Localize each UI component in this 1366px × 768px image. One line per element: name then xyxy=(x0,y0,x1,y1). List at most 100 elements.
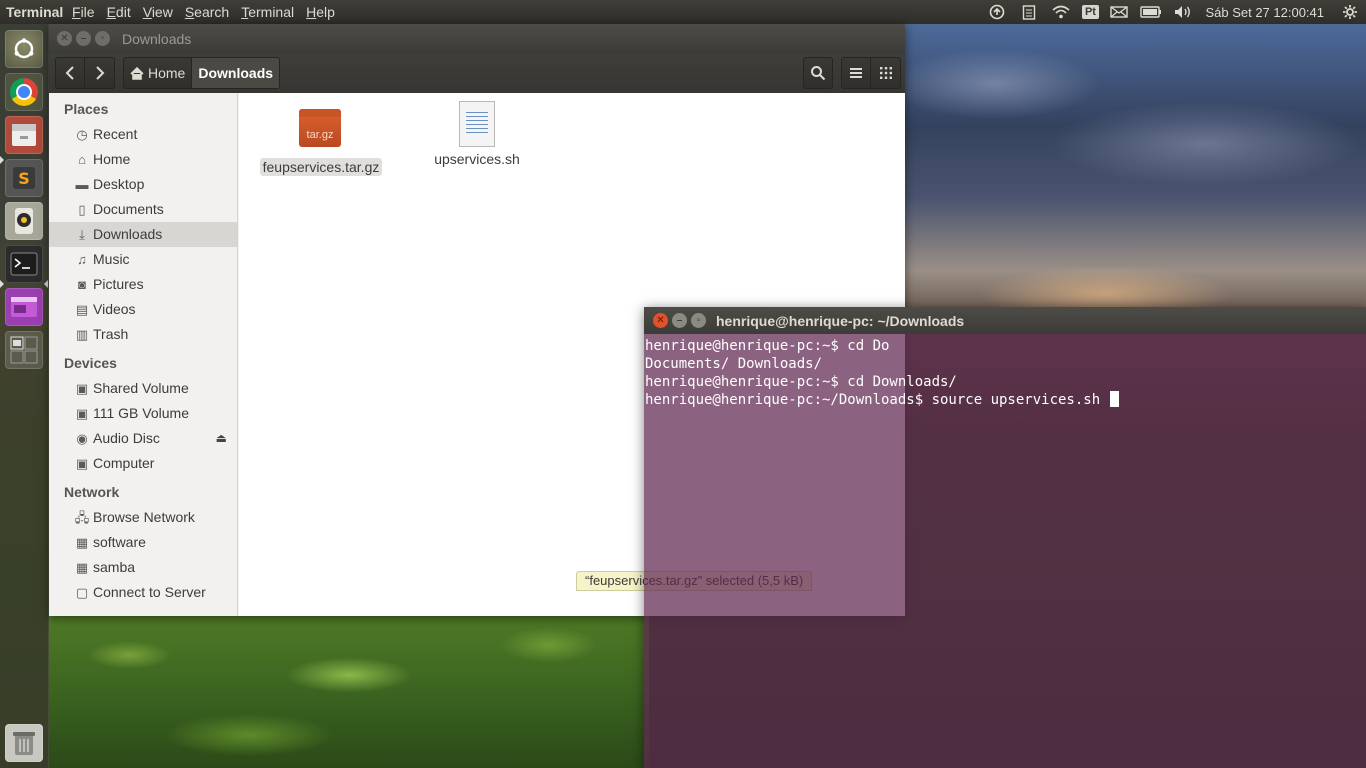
archive-icon-label: tar.gz xyxy=(306,129,334,141)
text-cursor xyxy=(1109,391,1119,407)
film-icon: ▤ xyxy=(75,302,89,317)
dash-home-icon[interactable] xyxy=(5,30,43,68)
file-manager-titlebar[interactable]: ✕ – ▫ Downloads xyxy=(49,24,905,53)
sidebar-item-pictures[interactable]: ◙ Pictures xyxy=(49,272,237,297)
file-manager-toolbar: Home Downloads xyxy=(49,53,905,93)
terminal-line: henrique@henrique-pc:~$ cd Do xyxy=(645,338,890,354)
close-button[interactable]: ✕ xyxy=(57,31,72,46)
camera-icon: ◙ xyxy=(78,277,86,292)
wallpaper-sky xyxy=(905,24,1366,314)
wifi-icon[interactable] xyxy=(1045,0,1077,24)
menu-help[interactable]: Help xyxy=(300,4,341,20)
sidebar-item-111gb-volume[interactable]: ▣ 111 GB Volume xyxy=(49,401,237,426)
volume-icon[interactable] xyxy=(1167,0,1199,24)
terminal-window: ✕ – ▫ henrique@henrique-pc: ~/Downloads … xyxy=(644,307,1366,768)
mail-icon[interactable] xyxy=(1103,0,1135,24)
breadcrumb-home[interactable]: Home xyxy=(123,57,193,89)
disc-icon: ◉ xyxy=(76,431,88,446)
list-icon xyxy=(850,68,862,78)
back-button[interactable] xyxy=(55,57,85,89)
file-name: upservices.sh xyxy=(434,151,520,167)
script-file-icon xyxy=(455,101,499,147)
breadcrumb: Home Downloads xyxy=(123,57,281,89)
terminal-line: Documents/ Downloads/ xyxy=(645,356,823,372)
indicator-area: Pt Sáb Set 27 12:00:41 xyxy=(981,0,1366,24)
breadcrumb-downloads[interactable]: Downloads xyxy=(192,57,281,89)
battery-icon[interactable] xyxy=(1135,0,1167,24)
sidebar-item-samba[interactable]: ▦ samba xyxy=(49,555,237,580)
sidebar-item-browse-network[interactable]: 🖧 Browse Network xyxy=(49,505,237,530)
sidebar-item-downloads[interactable]: ⤓ Downloads xyxy=(49,222,237,247)
close-button[interactable]: ✕ xyxy=(653,313,668,328)
settings-gear-icon[interactable] xyxy=(1334,0,1366,24)
app-icon[interactable] xyxy=(5,288,43,326)
wallpaper-grass xyxy=(49,615,649,768)
terminal-line: henrique@henrique-pc:~$ cd Downloads/ xyxy=(645,374,957,390)
sidebar-item-trash[interactable]: ▥ Trash xyxy=(49,322,237,347)
sync-icon[interactable] xyxy=(981,0,1013,24)
files-icon[interactable] xyxy=(5,116,43,154)
sidebar-item-documents[interactable]: ▯ Documents xyxy=(49,197,237,222)
network-icon: 🖧 xyxy=(74,510,90,525)
minimize-button[interactable]: – xyxy=(672,313,687,328)
rhythmbox-icon[interactable] xyxy=(5,202,43,240)
sidebar-item-computer[interactable]: ▣ Computer xyxy=(49,451,237,476)
trash-icon[interactable] xyxy=(5,724,43,762)
chrome-icon[interactable] xyxy=(5,73,43,111)
file-item-feupservices[interactable]: tar.gz feupservices.tar.gz xyxy=(253,101,389,176)
sidebar-item-shared-volume[interactable]: ▣ Shared Volume xyxy=(49,376,237,401)
sidebar-item-desktop[interactable]: ▬ Desktop xyxy=(49,172,237,197)
clock[interactable]: Sáb Set 27 12:00:41 xyxy=(1199,5,1334,20)
top-panel: Terminal File Edit View Search Terminal … xyxy=(0,0,1366,24)
file-name: feupservices.tar.gz xyxy=(259,158,383,176)
terminal-icon[interactable] xyxy=(5,245,43,283)
drive-icon: ▣ xyxy=(75,406,89,421)
folder-icon: ▬ xyxy=(75,177,89,192)
sidebar-item-home[interactable]: ⌂ Home xyxy=(49,147,237,172)
active-app-name: Terminal xyxy=(6,4,64,20)
sidebar-item-music[interactable]: ♫ Music xyxy=(49,247,237,272)
document-icon: ▯ xyxy=(78,202,86,217)
sidebar-item-videos[interactable]: ▤ Videos xyxy=(49,297,237,322)
drive-icon: ▣ xyxy=(75,456,89,471)
keyboard-layout-indicator[interactable]: Pt xyxy=(1077,0,1103,24)
sidebar-item-software[interactable]: ▦ software xyxy=(49,530,237,555)
chevron-left-icon xyxy=(65,66,74,80)
grid-icon xyxy=(879,67,892,79)
menu-search[interactable]: Search xyxy=(179,4,235,20)
focused-indicator xyxy=(44,280,48,288)
running-indicator xyxy=(0,280,4,288)
search-button[interactable] xyxy=(803,57,833,89)
maximize-button[interactable]: ▫ xyxy=(95,31,110,46)
running-indicator xyxy=(0,156,4,164)
minimize-button[interactable]: – xyxy=(76,31,91,46)
terminal-output[interactable]: henrique@henrique-pc:~$ cd Do Documents/… xyxy=(644,334,1366,768)
menu-file[interactable]: File xyxy=(66,4,101,20)
sidebar-item-connect-to-server[interactable]: ▢ Connect to Server xyxy=(49,580,237,605)
archive-icon: tar.gz xyxy=(299,109,343,155)
svg-text:S: S xyxy=(18,169,30,188)
sidebar-item-audio-disc[interactable]: ◉ Audio Disc ⏏ xyxy=(49,426,237,451)
devices-heading: Devices xyxy=(64,355,117,371)
network-share-icon: ▦ xyxy=(75,535,89,550)
eject-icon[interactable]: ⏏ xyxy=(216,426,227,451)
keyboard-layout-label: Pt xyxy=(1081,5,1099,19)
search-icon xyxy=(811,66,826,81)
file-item-upservices[interactable]: upservices.sh xyxy=(409,101,545,168)
terminal-titlebar[interactable]: ✕ – ▫ henrique@henrique-pc: ~/Downloads xyxy=(644,307,1366,334)
maximize-button[interactable]: ▫ xyxy=(691,313,706,328)
server-icon: ▢ xyxy=(75,585,89,600)
clipboard-icon[interactable] xyxy=(1013,0,1045,24)
forward-button[interactable] xyxy=(85,57,115,89)
workspace-switcher-icon[interactable] xyxy=(5,331,43,369)
list-view-button[interactable] xyxy=(841,57,871,89)
download-icon: ⤓ xyxy=(79,227,85,242)
sublime-text-icon[interactable]: S xyxy=(5,159,43,197)
menu-edit[interactable]: Edit xyxy=(101,4,137,20)
sidebar-item-recent[interactable]: ◷ Recent xyxy=(49,122,237,147)
trash-icon: ▥ xyxy=(75,327,89,342)
menu-terminal[interactable]: Terminal xyxy=(235,4,300,20)
menu-view[interactable]: View xyxy=(137,4,179,20)
grid-view-button[interactable] xyxy=(871,57,901,89)
breadcrumb-home-label: Home xyxy=(148,65,186,81)
